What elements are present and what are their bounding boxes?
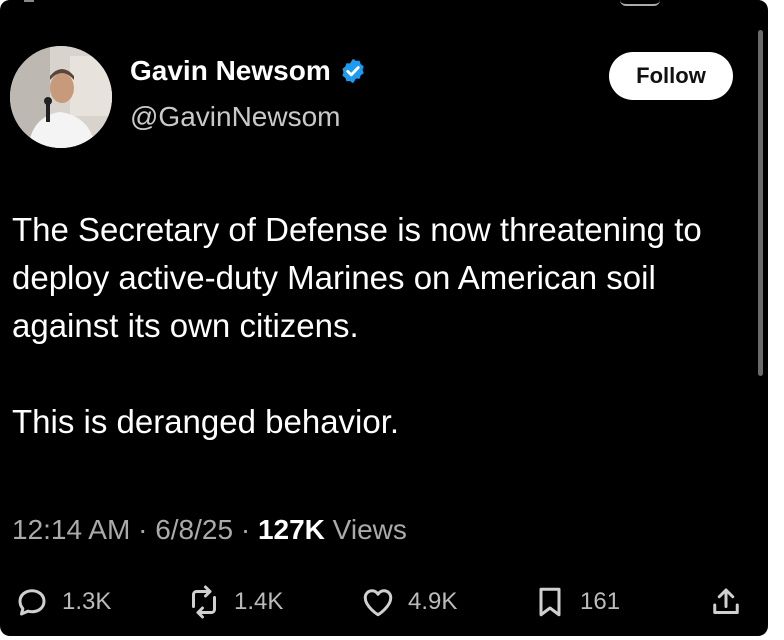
top-edge-mark	[620, 0, 660, 6]
author-name[interactable]: Gavin Newsom	[130, 54, 331, 88]
like-count: 4.9K	[408, 588, 458, 615]
tweet-paragraph-2: This is deranged behavior.	[12, 403, 400, 440]
share-icon	[713, 588, 739, 614]
meta-separator: ·	[240, 514, 251, 545]
like-button[interactable]: 4.9K	[360, 580, 457, 624]
repost-icon	[192, 585, 216, 619]
heart-icon	[363, 589, 393, 617]
author-name-row[interactable]: Gavin Newsom	[130, 54, 367, 88]
repost-count: 1.4K	[234, 588, 284, 615]
follow-button[interactable]: Follow	[609, 52, 733, 100]
tweet-time[interactable]: 12:14 AM	[12, 514, 130, 545]
bookmark-icon	[539, 587, 561, 617]
top-edge-mark	[24, 0, 34, 2]
top-edge	[0, 0, 768, 6]
tweet-paragraph-1: The Secretary of Defense is now threaten…	[12, 211, 702, 344]
reply-button[interactable]: 1.3K	[14, 580, 111, 624]
bookmark-button[interactable]: 161	[532, 580, 620, 624]
reply-icon	[18, 589, 46, 616]
views-count: 127K	[257, 514, 325, 545]
views-label: Views	[332, 514, 407, 545]
avatar-photo	[10, 46, 112, 148]
verified-badge-icon	[342, 58, 364, 84]
meta-separator: ·	[138, 514, 148, 545]
tweet-meta: 12:14 AM · 6/8/25 · 127K Views	[12, 512, 407, 548]
bookmark-count: 161	[580, 588, 621, 615]
avatar[interactable]	[10, 46, 112, 148]
tweet-text: The Secretary of Defense is now threaten…	[12, 206, 752, 446]
tweet-card: Gavin Newsom @GavinNewsom Follow The Sec…	[0, 0, 768, 636]
tweet-date[interactable]: 6/8/25	[155, 514, 233, 545]
author-handle[interactable]: @GavinNewsom	[130, 100, 340, 134]
scrollbar[interactable]	[758, 30, 763, 376]
reply-count: 1.3K	[62, 588, 112, 615]
action-bar: 1.3K 1.4K 4.9K 161	[0, 580, 768, 624]
repost-button[interactable]: 1.4K	[186, 580, 283, 624]
share-button[interactable]	[708, 580, 756, 624]
